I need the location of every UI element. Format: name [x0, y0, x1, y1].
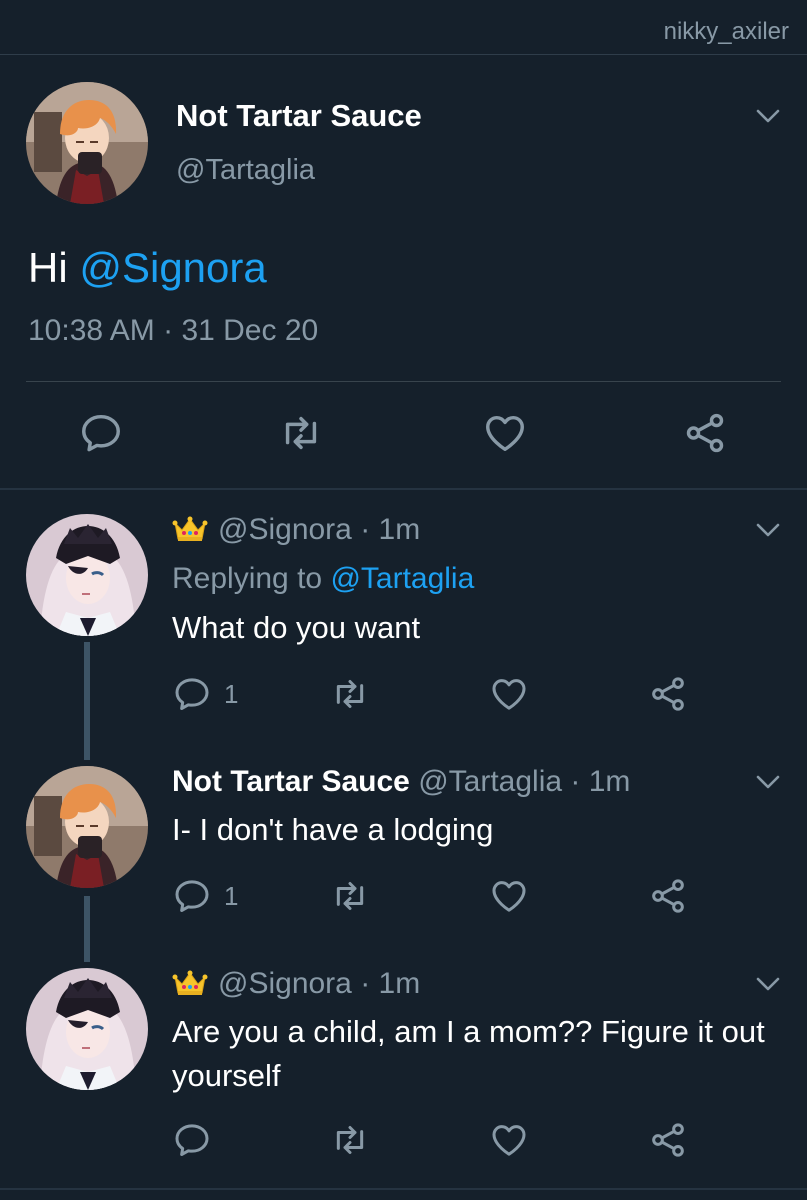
reply-button[interactable]: 1: [172, 674, 238, 714]
divider: [26, 381, 781, 382]
display-name[interactable]: Not Tartar Sauce: [172, 765, 410, 798]
handle[interactable]: @Tartaglia: [418, 765, 562, 798]
tweet-timestamp: 10:38 AM · 31 Dec 20: [28, 314, 318, 348]
tweet-text: Are you a child, am I a mom?? Figure it …: [172, 1014, 765, 1093]
replying-label: Replying to: [172, 562, 331, 595]
action-bar: [0, 410, 807, 460]
like-icon[interactable]: [489, 674, 529, 714]
reply-button[interactable]: 1: [172, 876, 238, 916]
reply-icon: [172, 876, 212, 916]
tweet-text: I- I don't have a lodging: [172, 812, 494, 847]
reply-header: Not Tartar Sauce @Tartaglia · 1m: [172, 765, 630, 799]
avatar[interactable]: [26, 968, 148, 1090]
date: 31 Dec 20: [181, 314, 319, 347]
mention-link[interactable]: @Signora: [79, 244, 266, 291]
avatar[interactable]: [26, 82, 148, 204]
retweet-icon[interactable]: [276, 410, 326, 456]
watermark: nikky_axiler: [663, 18, 789, 45]
reply-count: 1: [224, 880, 239, 911]
tweet-text: What do you want: [172, 610, 421, 645]
time: · 1m: [360, 967, 421, 1000]
like-icon[interactable]: [489, 876, 529, 916]
share-icon[interactable]: [648, 1120, 688, 1160]
divider: [0, 1188, 807, 1190]
crown-icon: [172, 969, 208, 997]
retweet-icon[interactable]: [328, 1120, 372, 1160]
retweet-icon[interactable]: [328, 876, 372, 916]
handle[interactable]: @Signora: [218, 967, 352, 1000]
chevron-down-icon[interactable]: [755, 774, 781, 790]
replying-to: Replying to @Tartaglia: [172, 562, 474, 596]
chevron-down-icon[interactable]: [755, 108, 781, 124]
divider: [0, 488, 807, 490]
avatar[interactable]: [26, 766, 148, 888]
reply-icon[interactable]: [172, 1120, 212, 1160]
like-icon[interactable]: [489, 1120, 529, 1160]
action-bar: [0, 1120, 807, 1164]
chevron-down-icon[interactable]: [755, 976, 781, 992]
reply-icon: [172, 674, 212, 714]
action-bar: 1: [0, 876, 807, 920]
handle[interactable]: @Signora: [218, 513, 352, 546]
retweet-icon[interactable]: [328, 674, 372, 714]
divider: [0, 54, 807, 55]
handle[interactable]: @Tartaglia: [176, 154, 315, 187]
time: · 1m: [360, 513, 421, 546]
meta-separator: ·: [154, 314, 182, 347]
crown-icon: [172, 515, 208, 543]
time: 10:38 AM: [28, 314, 155, 347]
like-icon[interactable]: [482, 410, 528, 456]
display-name[interactable]: Not Tartar Sauce: [176, 98, 422, 134]
reply-count: 1: [224, 678, 239, 709]
tweet-text: Hi @Signora: [28, 244, 267, 292]
chevron-down-icon[interactable]: [755, 522, 781, 538]
reply-header: @Signora · 1m: [172, 967, 420, 1001]
tweet-text-prefix: Hi: [28, 244, 80, 291]
mention-link[interactable]: @Tartaglia: [330, 562, 474, 595]
reply-header: @Signora · 1m: [172, 513, 420, 547]
action-bar: 1: [0, 674, 807, 718]
time: · 1m: [570, 765, 631, 798]
reply-icon[interactable]: [78, 410, 124, 456]
avatar[interactable]: [26, 514, 148, 636]
share-icon[interactable]: [648, 876, 688, 916]
share-icon[interactable]: [648, 674, 688, 714]
share-icon[interactable]: [682, 410, 728, 456]
